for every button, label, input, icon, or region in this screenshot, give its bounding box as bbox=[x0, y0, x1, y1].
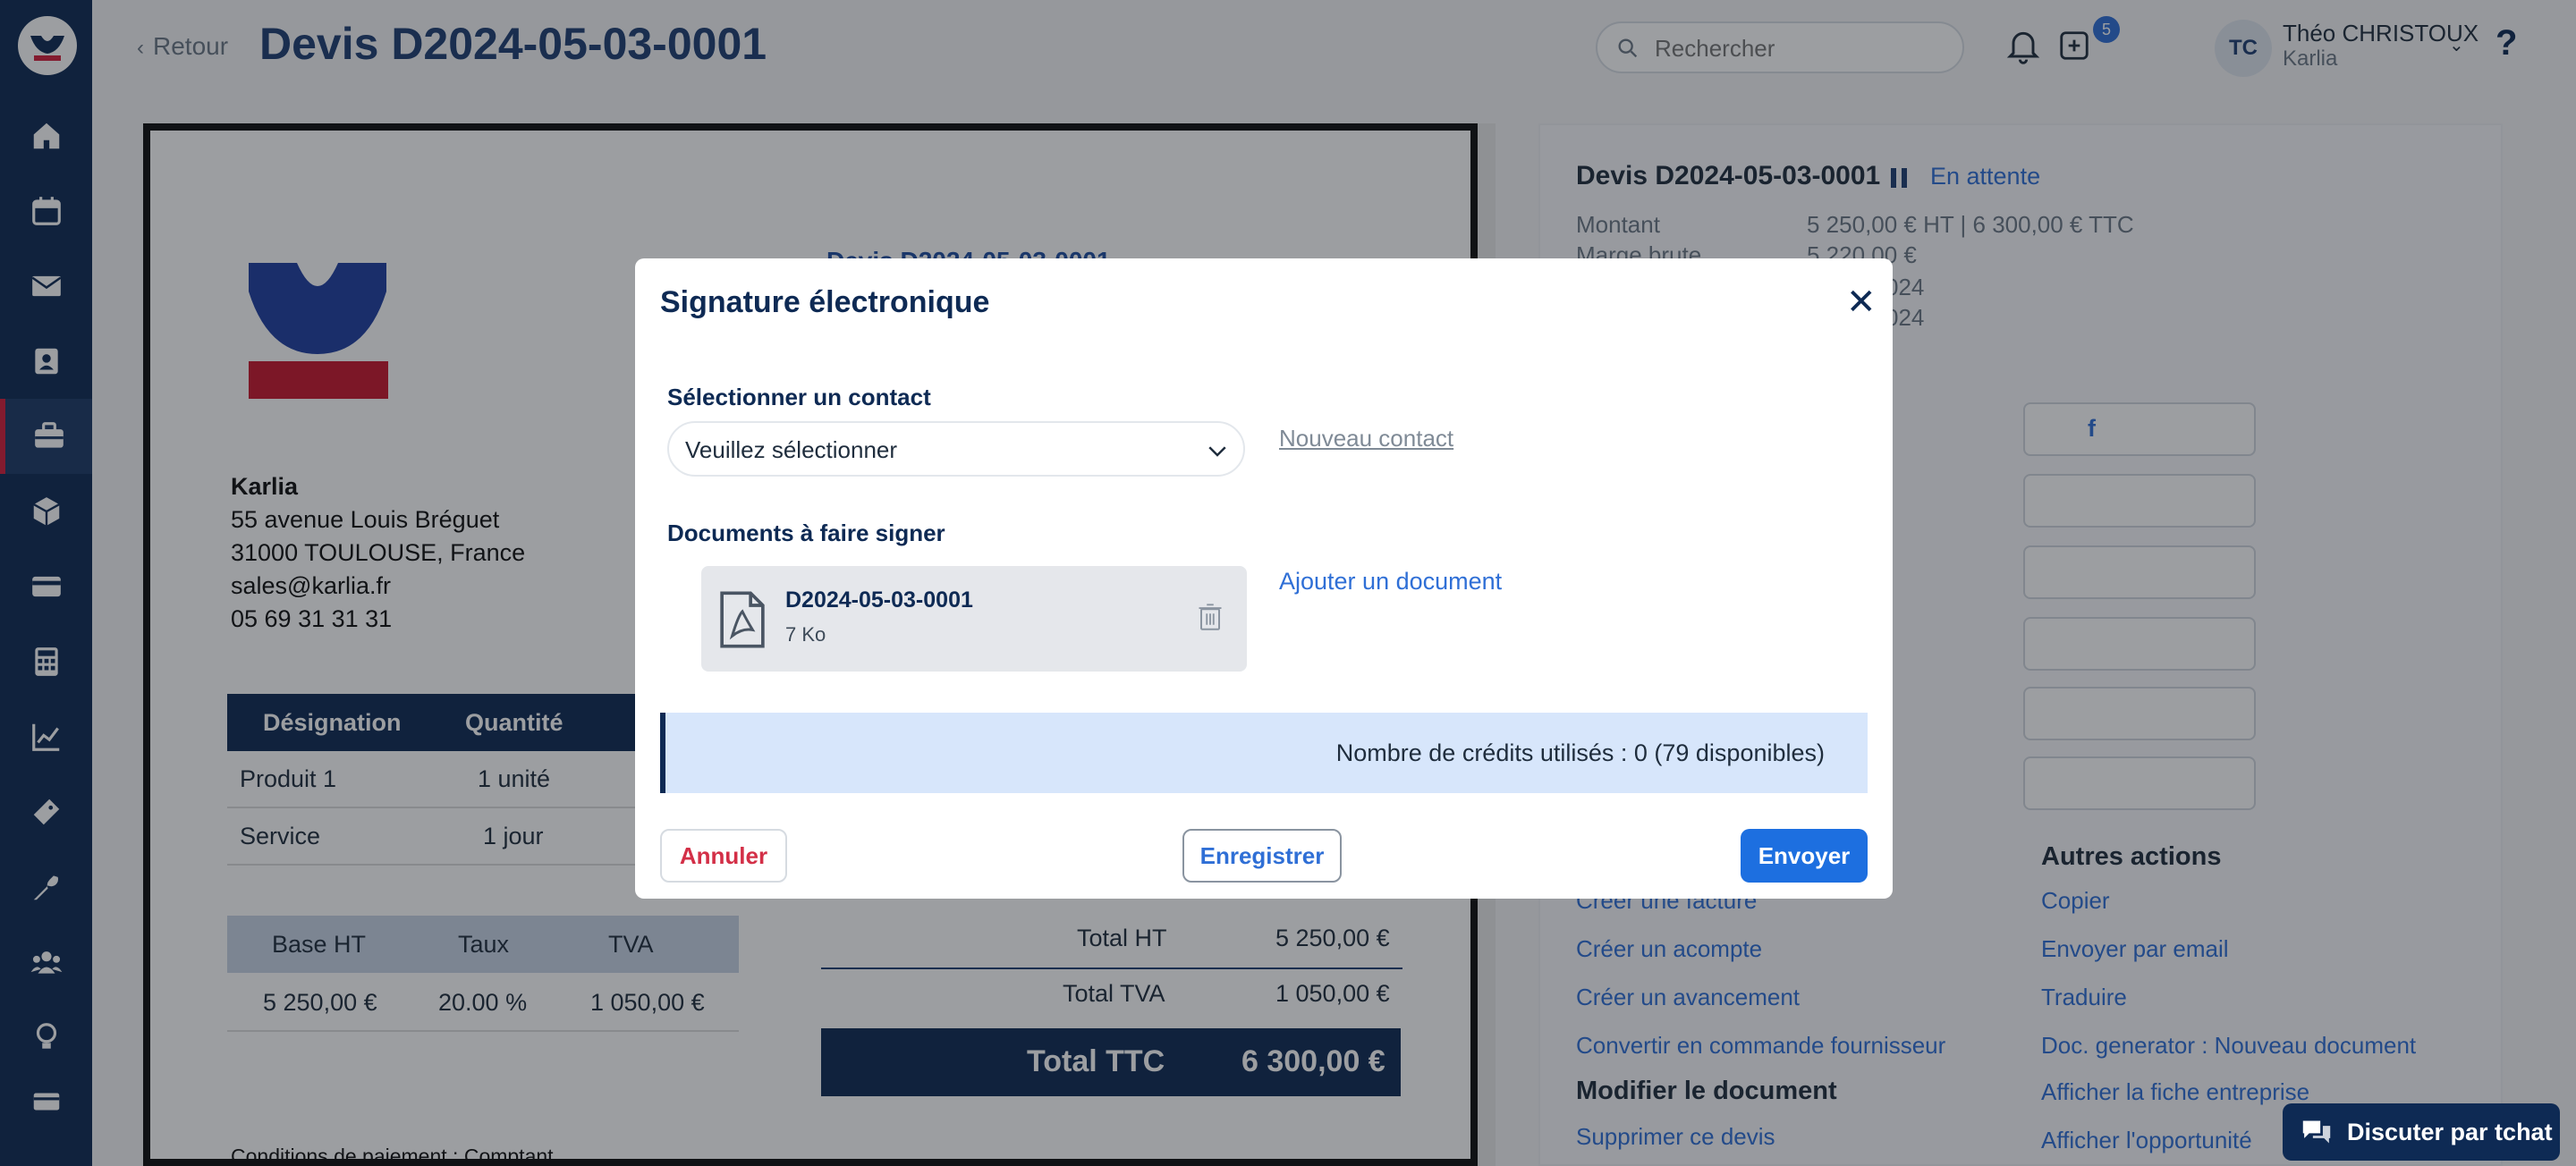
credits-info-banner: Nombre de crédits utilisés : 0 (79 dispo… bbox=[660, 713, 1868, 793]
chevron-down-icon bbox=[1208, 446, 1226, 457]
credits-text: Nombre de crédits utilisés : 0 (79 dispo… bbox=[1335, 739, 1825, 766]
documents-label: Documents à faire signer bbox=[667, 520, 945, 546]
new-contact-link[interactable]: Nouveau contact bbox=[1279, 425, 1453, 452]
trash-icon[interactable] bbox=[1197, 602, 1224, 632]
modal-title: Signature électronique bbox=[660, 285, 990, 319]
document-name: D2024-05-03-0001 bbox=[785, 587, 973, 613]
chat-bubbles-icon bbox=[2302, 1120, 2331, 1144]
attached-document: D2024-05-03-0001 7 Ko bbox=[701, 566, 1247, 672]
save-button[interactable]: Enregistrer bbox=[1182, 829, 1342, 883]
send-button[interactable]: Envoyer bbox=[1741, 829, 1868, 883]
pdf-file-icon bbox=[720, 591, 765, 648]
chat-button[interactable]: Discuter par tchat bbox=[2283, 1103, 2560, 1161]
contact-select[interactable]: Veuillez sélectionner bbox=[667, 421, 1245, 477]
contact-select-value: Veuillez sélectionner bbox=[685, 436, 898, 463]
contact-label: Sélectionner un contact bbox=[667, 384, 931, 410]
add-document-link[interactable]: Ajouter un document bbox=[1279, 568, 1502, 596]
document-size: 7 Ko bbox=[785, 623, 826, 646]
cancel-button[interactable]: Annuler bbox=[660, 829, 787, 883]
e-signature-modal: Signature électronique ✕ Sélectionner un… bbox=[635, 258, 1893, 899]
close-icon[interactable]: ✕ bbox=[1846, 282, 1877, 323]
chat-label: Discuter par tchat bbox=[2347, 1119, 2553, 1145]
